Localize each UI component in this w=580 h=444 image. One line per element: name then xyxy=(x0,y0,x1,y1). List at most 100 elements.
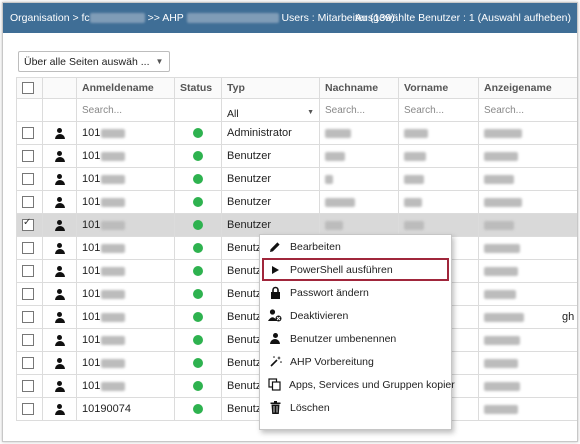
redacted-text xyxy=(101,197,126,207)
redacted-text xyxy=(101,128,126,138)
breadcrumb[interactable]: Organisation > fc >> AHP Users : Mitarbe… xyxy=(3,12,395,24)
filter-nachname[interactable]: Search... xyxy=(319,98,399,122)
redacted-text xyxy=(404,151,426,161)
row-checkbox-cell[interactable] xyxy=(16,305,43,329)
user-type-cell xyxy=(42,144,77,168)
row-checkbox[interactable] xyxy=(22,196,34,209)
cell-status xyxy=(174,305,222,329)
row-checkbox-cell[interactable] xyxy=(16,144,43,168)
filter-typ-select[interactable]: All ▼ xyxy=(221,98,320,122)
redacted-text xyxy=(484,289,516,299)
cell-anmeldename: 101 xyxy=(76,282,175,306)
select-all-checkbox[interactable] xyxy=(22,82,34,95)
table-row[interactable]: 101 Benutzer xyxy=(16,167,577,191)
redacted-text xyxy=(186,13,279,24)
redacted-text xyxy=(484,381,520,391)
select-all-cell[interactable] xyxy=(16,77,43,99)
filter-anmeldename[interactable]: Search... xyxy=(76,98,175,122)
filter-vorname[interactable]: Search... xyxy=(398,98,479,122)
cell-status xyxy=(174,236,222,260)
row-checkbox[interactable] xyxy=(22,265,34,278)
menu-item-bearbeiten[interactable]: Bearbeiten xyxy=(260,235,451,258)
redacted-text xyxy=(484,220,514,230)
table-row[interactable]: 101 Benutzer xyxy=(16,144,577,168)
column-header-vorname[interactable]: Vorname xyxy=(398,77,479,99)
row-checkbox[interactable] xyxy=(22,127,34,140)
menu-item-deaktivieren[interactable]: Deaktivieren xyxy=(260,304,451,327)
cell-nachname xyxy=(319,144,399,168)
column-header-status[interactable]: Status xyxy=(174,77,222,99)
row-checkbox-cell[interactable] xyxy=(16,190,43,214)
row-checkbox-cell[interactable] xyxy=(16,328,43,352)
selection-status[interactable]: Ausgewählte Benutzer : 1 (Auswahl aufheb… xyxy=(355,12,571,24)
cell-anzeigename: gh xyxy=(478,305,577,329)
cell-anmeldename: 101 xyxy=(76,190,175,214)
user-disable-icon xyxy=(268,309,282,323)
row-checkbox[interactable] xyxy=(22,173,34,186)
redacted-text xyxy=(101,289,126,299)
user-type-cell xyxy=(42,167,77,191)
table-row[interactable]: 101 Administrator xyxy=(16,121,577,145)
cell-anzeigename xyxy=(478,144,577,168)
row-checkbox-cell[interactable] xyxy=(16,374,43,398)
select-all-pages-dropdown[interactable]: Über alle Seiten auswäh ... ▼ xyxy=(18,51,171,72)
cell-status xyxy=(174,190,222,214)
select-all-label: Über alle Seiten auswäh ... xyxy=(24,55,150,68)
redacted-text xyxy=(101,243,126,253)
column-header-anzeigename[interactable]: Anzeigename xyxy=(478,77,577,99)
row-checkbox-cell[interactable] xyxy=(16,213,43,237)
cell-anzeigename xyxy=(478,374,577,398)
filter-typ-value: All xyxy=(227,107,239,120)
table-row[interactable]: 101 Benutzer xyxy=(16,190,577,214)
redacted-text xyxy=(101,266,126,276)
row-checkbox[interactable] xyxy=(22,242,34,255)
menu-item-loeschen[interactable]: Löschen xyxy=(260,396,451,419)
column-header-typ[interactable]: Typ xyxy=(221,77,320,99)
filter-anzeigename[interactable]: Search... xyxy=(478,98,577,122)
menu-item-ahp-vorbereitung[interactable]: AHP Vorbereitung xyxy=(260,350,451,373)
copy-icon xyxy=(268,378,281,392)
redacted-text xyxy=(89,13,145,24)
row-checkbox[interactable] xyxy=(22,357,34,370)
row-checkbox-cell[interactable] xyxy=(16,259,43,283)
status-online-icon xyxy=(193,243,203,254)
column-header-anmeldename[interactable]: Anmeldename xyxy=(76,77,175,99)
redacted-text xyxy=(484,266,518,276)
menu-item-kopieren[interactable]: Apps, Services und Gruppen kopier xyxy=(260,373,455,396)
user-icon xyxy=(54,173,65,185)
redacted-text xyxy=(325,220,343,230)
cell-status xyxy=(174,259,222,283)
row-checkbox-cell[interactable] xyxy=(16,397,43,421)
cell-anzeigename xyxy=(478,259,577,283)
redacted-text xyxy=(404,174,424,184)
row-checkbox-cell[interactable] xyxy=(16,121,43,145)
cell-status xyxy=(174,374,222,398)
status-online-icon xyxy=(193,404,203,415)
status-online-icon xyxy=(193,174,203,185)
user-type-cell xyxy=(42,121,77,145)
row-checkbox-cell[interactable] xyxy=(16,282,43,306)
row-checkbox[interactable] xyxy=(22,403,34,416)
menu-item-powershell[interactable]: PowerShell ausführen xyxy=(262,258,449,281)
row-checkbox-cell[interactable] xyxy=(16,351,43,375)
cell-anzeigename xyxy=(478,213,577,237)
row-checkbox[interactable] xyxy=(22,334,34,347)
column-header-nachname[interactable]: Nachname xyxy=(319,77,399,99)
status-online-icon xyxy=(193,220,203,231)
status-online-icon xyxy=(193,289,203,300)
redacted-text xyxy=(484,151,518,161)
row-checkbox[interactable] xyxy=(22,311,34,324)
row-checkbox[interactable] xyxy=(22,217,34,232)
header-bar: Organisation > fc >> AHP Users : Mitarbe… xyxy=(3,3,577,33)
menu-item-passwort[interactable]: Passwort ändern xyxy=(260,281,451,304)
cell-anzeigename xyxy=(478,167,577,191)
row-checkbox[interactable] xyxy=(22,288,34,301)
cell-nachname xyxy=(319,121,399,145)
user-icon xyxy=(54,127,65,139)
row-checkbox-cell[interactable] xyxy=(16,167,43,191)
row-checkbox[interactable] xyxy=(22,150,34,163)
menu-item-umbenennen[interactable]: Benutzer umbenennen xyxy=(260,327,451,350)
row-checkbox[interactable] xyxy=(22,380,34,393)
row-checkbox-cell[interactable] xyxy=(16,236,43,260)
chevron-down-icon: ▼ xyxy=(307,108,314,116)
